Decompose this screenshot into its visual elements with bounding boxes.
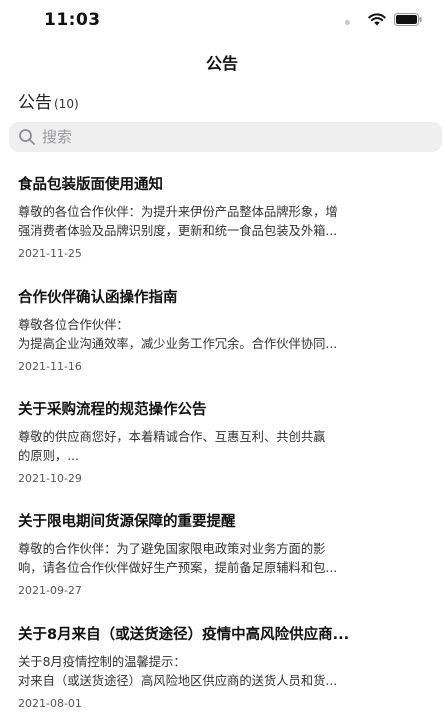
notice-summary: 关于8月疫情控制的温馨提示： 对来自（或送货途径）高风险地区供应商的送货人员和货… — [18, 653, 410, 691]
notice-item[interactable]: 食品包装版面使用通知 尊敬的各位合作伙伴：为提升来伊份产品整体品牌形象，增 强消… — [18, 173, 418, 260]
notice-summary-line: 对来自（或送货途径）高风险地区供应商的送货人员和货... — [18, 674, 338, 688]
page-title: 公告 — [205, 54, 238, 73]
notice-summary-line: 尊敬的合作伙伴：为了避免国家限电政策对业务方面的影 — [18, 542, 326, 556]
notice-date: 2021-11-25 — [18, 247, 82, 260]
notice-item[interactable]: 关于采购流程的规范操作公告 尊敬的供应商您好，本着精诚合作、互惠互利、共创共赢 … — [18, 398, 418, 485]
notice-item[interactable]: 合作伙伴确认函操作指南 尊敬各位合作伙伴： 为提高企业沟通效率，减少业务工作冗余… — [18, 286, 418, 373]
search-icon — [19, 129, 35, 145]
camera-indicator-dot — [345, 20, 350, 25]
notice-date: 2021-11-16 — [18, 360, 82, 373]
status-icons — [368, 13, 422, 26]
notice-summary: 尊敬的各位合作伙伴：为提升来伊份产品整体品牌形象，增 强消费者体验及品牌识别度，… — [18, 203, 410, 241]
notice-item[interactable]: 关于限电期间货源保障的重要提醒 尊敬的合作伙伴：为了避免国家限电政策对业务方面的… — [18, 510, 418, 597]
search-input[interactable] — [42, 128, 402, 146]
status-bar: 11:03 — [0, 0, 444, 44]
notice-title: 食品包装版面使用通知 — [18, 177, 163, 193]
notice-summary: 尊敬的供应商您好，本着精诚合作、互惠互利、共创共赢 的原则，... — [18, 428, 410, 466]
notice-date: 2021-08-01 — [18, 697, 82, 710]
notice-summary-line: 关于8月疫情控制的温馨提示： — [18, 655, 186, 669]
battery-icon — [394, 13, 422, 26]
notice-title: 关于限电期间货源保障的重要提醒 — [18, 514, 236, 530]
search-bar[interactable] — [9, 122, 442, 152]
wifi-icon — [368, 13, 386, 26]
notice-summary-line: 为提高企业沟通效率，减少业务工作冗余。合作伙伴协同... — [18, 337, 338, 351]
notice-title: 关于8月来自（或送货途径）疫情中高风险供应商... — [18, 627, 350, 643]
status-time: 11:03 — [44, 10, 101, 30]
section-title: 公告 — [18, 93, 52, 113]
notice-summary-line: 尊敬各位合作伙伴： — [18, 318, 129, 332]
notice-summary-line: 强消费者体验及品牌识别度，更新和统一食品包装及外箱... — [18, 224, 338, 238]
notice-summary-line: 尊敬的供应商您好，本着精诚合作、互惠互利、共创共赢 — [18, 430, 326, 444]
notice-date: 2021-09-27 — [18, 584, 82, 597]
notice-summary: 尊敬的合作伙伴：为了避免国家限电政策对业务方面的影 响，请各位合作伙伴做好生产预… — [18, 540, 410, 578]
notice-summary-line: 响，请各位合作伙伴做好生产预案，提前备足原辅料和包... — [18, 561, 338, 575]
notice-date: 2021-10-29 — [18, 472, 82, 485]
notice-summary-line: 尊敬的各位合作伙伴：为提升来伊份产品整体品牌形象，增 — [18, 205, 338, 219]
notice-title: 合作伙伴确认函操作指南 — [18, 290, 178, 306]
section-count: (10) — [54, 97, 79, 111]
notice-summary-line: 的原则，... — [18, 449, 79, 463]
notice-item[interactable]: 关于8月来自（或送货途径）疫情中高风险供应商... 关于8月疫情控制的温馨提示：… — [18, 623, 418, 710]
notice-title: 关于采购流程的规范操作公告 — [18, 402, 207, 418]
notice-summary: 尊敬各位合作伙伴： 为提高企业沟通效率，减少业务工作冗余。合作伙伴协同... — [18, 316, 410, 354]
section-header: 公告 (10) — [18, 88, 79, 113]
